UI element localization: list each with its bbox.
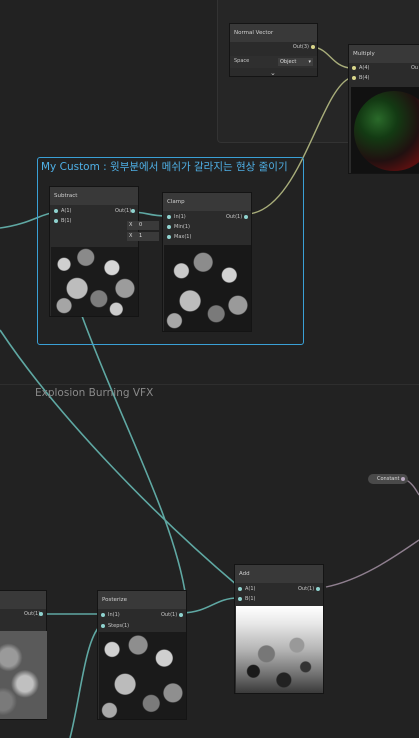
clamp-input-in-port[interactable] (167, 215, 171, 219)
subtract-output-port[interactable] (131, 209, 135, 213)
clamp-max-field[interactable]: X 1 (127, 232, 159, 241)
multiply-input-b: B(4) (359, 75, 370, 81)
posterize-output-label: Out(1) (161, 612, 178, 618)
add-input-a: A(1) (245, 586, 256, 592)
explosion-section-title: Explosion Burning VFX (35, 387, 154, 399)
posterize-input-in: In(1) (108, 612, 120, 618)
multiply-title: Multiply (349, 45, 419, 63)
clamp-min-value: 0 (139, 222, 143, 228)
clamp-max-prefix: X (129, 233, 133, 239)
space-dropdown-value: Object (280, 59, 297, 65)
subtract-preview (51, 247, 138, 316)
clamp-input-max-port[interactable] (167, 235, 171, 239)
subtract-input-a: A(1) (61, 208, 72, 214)
multiply-input-a-port[interactable] (352, 66, 356, 70)
wire-posterize-to-add (181, 597, 239, 614)
subtract-input-a-port[interactable] (54, 209, 58, 213)
clamp-input-max: Max(1) (174, 234, 192, 240)
add-input-b: B(1) (245, 596, 256, 602)
posterize-node[interactable]: Posterize In(1) Steps(1) Out(1) (97, 590, 187, 720)
clamp-input-min-port[interactable] (167, 225, 171, 229)
posterize-output-port[interactable] (179, 613, 183, 617)
constant-label: Constant (377, 476, 400, 482)
add-title: Add (235, 565, 323, 583)
multiply-input-a: A(4) (359, 65, 370, 71)
multiply-input-b-port[interactable] (352, 76, 356, 80)
multiply-node[interactable]: Multiply A(4) B(4) Ou (348, 44, 419, 174)
posterize-input-steps-port[interactable] (101, 624, 105, 628)
subtract-input-b-port[interactable] (54, 219, 58, 223)
wire-add-to-right (325, 539, 419, 588)
clamp-output-port[interactable] (244, 215, 248, 219)
multiply-preview (351, 87, 419, 173)
clamp-node[interactable]: Clamp In(1) Min(1) Max(1) Out(1) (162, 192, 252, 332)
wire-subtract-to-posterize (81, 315, 187, 599)
clamp-title: Clamp (163, 193, 251, 211)
left-partial-node[interactable]: Out(1) (0, 590, 47, 720)
posterize-input-in-port[interactable] (101, 613, 105, 617)
clamp-min-field[interactable]: X 0 (127, 221, 159, 230)
normal-vector-title: Normal Vector (230, 24, 317, 42)
add-input-b-port[interactable] (238, 597, 242, 601)
subtract-output-label: Out(1) (115, 208, 132, 214)
space-dropdown[interactable]: Object ▾ (278, 58, 313, 66)
add-input-a-port[interactable] (238, 587, 242, 591)
left-node-output-port[interactable] (39, 612, 43, 616)
add-preview (236, 606, 323, 693)
wire-left-to-add (0, 329, 239, 587)
multiply-output-label: Ou (411, 65, 419, 71)
left-node-preview (0, 631, 47, 719)
clamp-preview (164, 245, 251, 331)
dropdown-arrow-icon: ▾ (308, 59, 311, 65)
add-node[interactable]: Add A(1) B(1) Out(1) (234, 564, 324, 694)
constant-output-port[interactable] (401, 477, 405, 481)
wire-normal-to-multiply (313, 46, 351, 69)
left-node-output-label: Out(1) (24, 611, 41, 617)
normal-vector-output-label: Out(3) (292, 44, 309, 50)
left-partial-title (0, 591, 46, 609)
posterize-title: Posterize (98, 591, 186, 609)
clamp-min-prefix: X (129, 222, 133, 228)
add-output-port[interactable] (316, 587, 320, 591)
collapse-chevron-icon[interactable]: ⌄ (270, 69, 276, 77)
subtract-input-b: B(1) (61, 218, 72, 224)
normal-vector-node[interactable]: Normal Vector Out(3) Space Object ▾ ⌄ (229, 23, 318, 77)
posterize-preview (99, 632, 186, 719)
posterize-input-steps: Steps(1) (108, 623, 130, 629)
normal-vector-output-port[interactable] (311, 45, 315, 49)
my-custom-group-title: My Custom : 윗부분에서 메쉬가 갈라지는 현상 줄이기 (41, 161, 288, 173)
constant-node[interactable]: Constant (368, 474, 408, 484)
wire-bottom-to-steps (69, 625, 101, 738)
space-label: Space (234, 58, 250, 64)
clamp-input-in: In(1) (174, 214, 186, 220)
normal-vector-space-row: Space Object ▾ (230, 56, 317, 68)
add-output-label: Out(1) (298, 586, 315, 592)
clamp-output-label: Out(1) (226, 214, 243, 220)
clamp-max-value: 1 (139, 233, 143, 239)
clamp-input-min: Min(1) (174, 224, 190, 230)
subtract-node[interactable]: Subtract A(1) B(1) Out(1) (49, 186, 139, 317)
subtract-title: Subtract (50, 187, 138, 205)
